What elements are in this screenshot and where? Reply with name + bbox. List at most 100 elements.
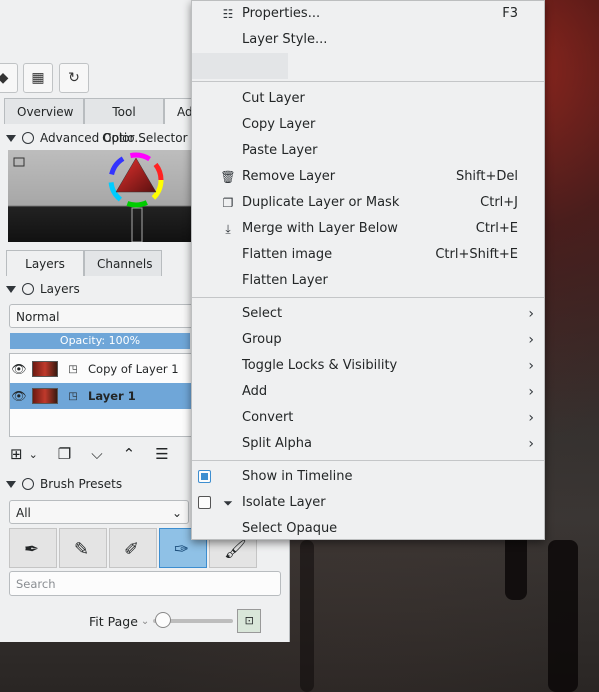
sliders-icon: ☷ xyxy=(222,7,234,21)
tab-channels[interactable]: Channels xyxy=(84,250,162,276)
layer-thumbnail xyxy=(32,388,58,404)
brush-presets-title: Brush Presets xyxy=(40,477,123,491)
menu-item-flatten-layer[interactable]: Flatten Layer xyxy=(192,268,544,294)
brush-preset[interactable]: ✎ xyxy=(59,528,107,568)
layer-row-selected[interactable]: 👁 ◳ Layer 1 xyxy=(10,383,200,409)
zoom-control: Fit Page ⌄ ⊡ xyxy=(89,609,269,633)
chevron-right-icon: › xyxy=(528,358,534,374)
refresh-tool-button[interactable]: ↻ xyxy=(59,63,89,93)
blend-mode-select[interactable]: Normal xyxy=(9,304,199,328)
menu-item-label: Add xyxy=(242,384,268,399)
color-selector-area[interactable] xyxy=(8,150,198,243)
menu-item-paste-layer[interactable]: Paste Layer xyxy=(192,138,544,164)
dropdown-chevron-icon[interactable]: ⌄ xyxy=(29,448,38,461)
menu-item-select-opaque[interactable]: Select Opaque xyxy=(192,516,544,542)
color-selector-header[interactable]: Advanced Color Selector xyxy=(6,127,188,149)
menu-item-flatten-image[interactable]: Flatten image Ctrl+Shift+E xyxy=(192,242,544,268)
tab-overview[interactable]: Overview xyxy=(4,98,84,124)
brush-tip-icon: ✑ xyxy=(174,539,190,560)
layer-context-menu: ☷ Properties... F3 Layer Style... Cut La… xyxy=(191,0,545,540)
menu-item-label: Select xyxy=(242,306,283,321)
zoom-slider[interactable] xyxy=(153,612,234,628)
color-wheel-icon[interactable] xyxy=(8,150,198,243)
menu-item-label: Duplicate Layer or Mask xyxy=(242,195,400,210)
collapse-triangle-icon[interactable] xyxy=(6,480,16,488)
menu-item-group[interactable]: Group › xyxy=(192,327,544,353)
menu-item-show-in-timeline[interactable]: Show in Timeline xyxy=(192,464,544,490)
eye-icon[interactable]: 👁 xyxy=(10,362,28,376)
menu-item-merge-down[interactable]: ⤓ Merge with Layer Below Ctrl+E xyxy=(192,216,544,242)
menu-separator xyxy=(192,81,544,82)
layer-name: Layer 1 xyxy=(88,389,136,403)
menu-item-remove-layer[interactable]: 🗑 Remove Layer Shift+Del xyxy=(192,164,544,190)
layer-list: 👁 ◳ Copy of Layer 1 👁 ◳ Layer 1 xyxy=(9,353,201,437)
move-down-icon[interactable]: ⌵ xyxy=(91,445,102,463)
tab-tool-options[interactable]: Tool Optio... xyxy=(84,98,164,145)
add-layer-icon[interactable]: ⊞ xyxy=(10,445,23,463)
layers-header[interactable]: Layers xyxy=(6,278,80,300)
menu-item-properties[interactable]: ☷ Properties... F3 xyxy=(192,1,544,27)
menu-item-shortcut: Shift+Del xyxy=(455,169,518,184)
menu-item-label: Group xyxy=(242,332,282,347)
layers-title: Layers xyxy=(40,282,80,296)
layer-actions-toolbar: ⊞ ⌄ ❐ ⌵ ⌃ ☰ xyxy=(10,443,195,465)
menu-item-label: Paste Layer xyxy=(242,143,318,158)
layer-thumbnail xyxy=(32,361,58,377)
layer-type-icon: ◳ xyxy=(68,363,78,375)
brush-filter-value: All xyxy=(16,506,31,520)
layers-tabbar: Layers Channels xyxy=(6,250,162,276)
menu-item-label: Copy Layer xyxy=(242,117,316,132)
move-up-icon[interactable]: ⌃ xyxy=(123,445,136,463)
pattern-tool-button[interactable]: ▦ xyxy=(23,63,53,93)
collapse-triangle-icon[interactable] xyxy=(6,285,16,293)
eye-icon[interactable]: 👁 xyxy=(10,389,28,403)
menu-item-select[interactable]: Select › xyxy=(192,301,544,327)
lock-icon[interactable] xyxy=(22,283,34,295)
opacity-slider[interactable]: Opacity: 100% xyxy=(10,333,190,349)
funnel-icon: ⏷ xyxy=(223,496,233,510)
layer-row[interactable]: 👁 ◳ Copy of Layer 1 xyxy=(10,356,200,382)
menu-item-copy-layer[interactable]: Copy Layer xyxy=(192,112,544,138)
menu-item-toggle-locks[interactable]: Toggle Locks & Visibility › xyxy=(192,353,544,379)
brush-presets-header[interactable]: Brush Presets xyxy=(6,473,122,495)
layer-type-icon: ◳ xyxy=(68,390,78,402)
brush-preset[interactable]: ✒ xyxy=(9,528,57,568)
menu-item-label: Merge with Layer Below xyxy=(242,221,398,236)
menu-item-isolate-layer[interactable]: ⏷ Isolate Layer xyxy=(192,490,544,516)
menu-item-label: Cut Layer xyxy=(242,91,305,106)
checkbox-checked[interactable] xyxy=(198,470,211,483)
chevron-right-icon: › xyxy=(528,306,534,322)
zoom-fit-icon[interactable]: ⊡ xyxy=(237,609,262,633)
merge-down-icon: ⤓ xyxy=(225,222,231,236)
tab-layers[interactable]: Layers xyxy=(6,250,84,276)
zoom-slider-handle[interactable] xyxy=(155,612,172,628)
menu-item-add[interactable]: Add › xyxy=(192,379,544,405)
menu-item-convert[interactable]: Convert › xyxy=(192,405,544,431)
duplicate-icon[interactable]: ❐ xyxy=(58,445,71,463)
brush-preset[interactable]: ✐ xyxy=(109,528,157,568)
brush-tip-icon: ✒ xyxy=(24,539,40,560)
menu-item-layer-style[interactable]: Layer Style... xyxy=(192,27,544,53)
lock-icon[interactable] xyxy=(22,478,34,490)
menu-item-shortcut: Ctrl+J xyxy=(480,195,518,210)
brush-search-input[interactable]: Search xyxy=(9,571,281,596)
properties-icon[interactable]: ☰ xyxy=(155,445,168,463)
lock-icon[interactable] xyxy=(22,132,34,144)
chevron-down-icon[interactable]: ⌄ xyxy=(141,616,149,627)
color-selector-title: Advanced Color Selector xyxy=(40,131,188,145)
menu-item-label: Split Alpha xyxy=(242,436,312,451)
menu-item-duplicate-layer[interactable]: ❐ Duplicate Layer or Mask Ctrl+J xyxy=(192,190,544,216)
fill-tool-button[interactable]: ◆ xyxy=(0,63,18,93)
menu-item-label: Toggle Locks & Visibility xyxy=(242,358,398,373)
menu-item-shortcut: Ctrl+E xyxy=(475,221,518,236)
chevron-right-icon: › xyxy=(528,332,534,348)
trash-icon: 🗑 xyxy=(220,170,236,184)
checkbox-unchecked[interactable] xyxy=(198,496,211,509)
docker-tabbar: Overview Tool Optio... Adv xyxy=(4,98,204,145)
zoom-mode-label[interactable]: Fit Page xyxy=(89,614,138,629)
menu-item-shortcut: Ctrl+Shift+E xyxy=(435,247,518,262)
brush-filter-select[interactable]: All ⌄ xyxy=(9,500,189,524)
collapse-triangle-icon[interactable] xyxy=(6,134,16,142)
menu-item-split-alpha[interactable]: Split Alpha › xyxy=(192,431,544,457)
menu-item-cut-layer[interactable]: Cut Layer xyxy=(192,86,544,112)
